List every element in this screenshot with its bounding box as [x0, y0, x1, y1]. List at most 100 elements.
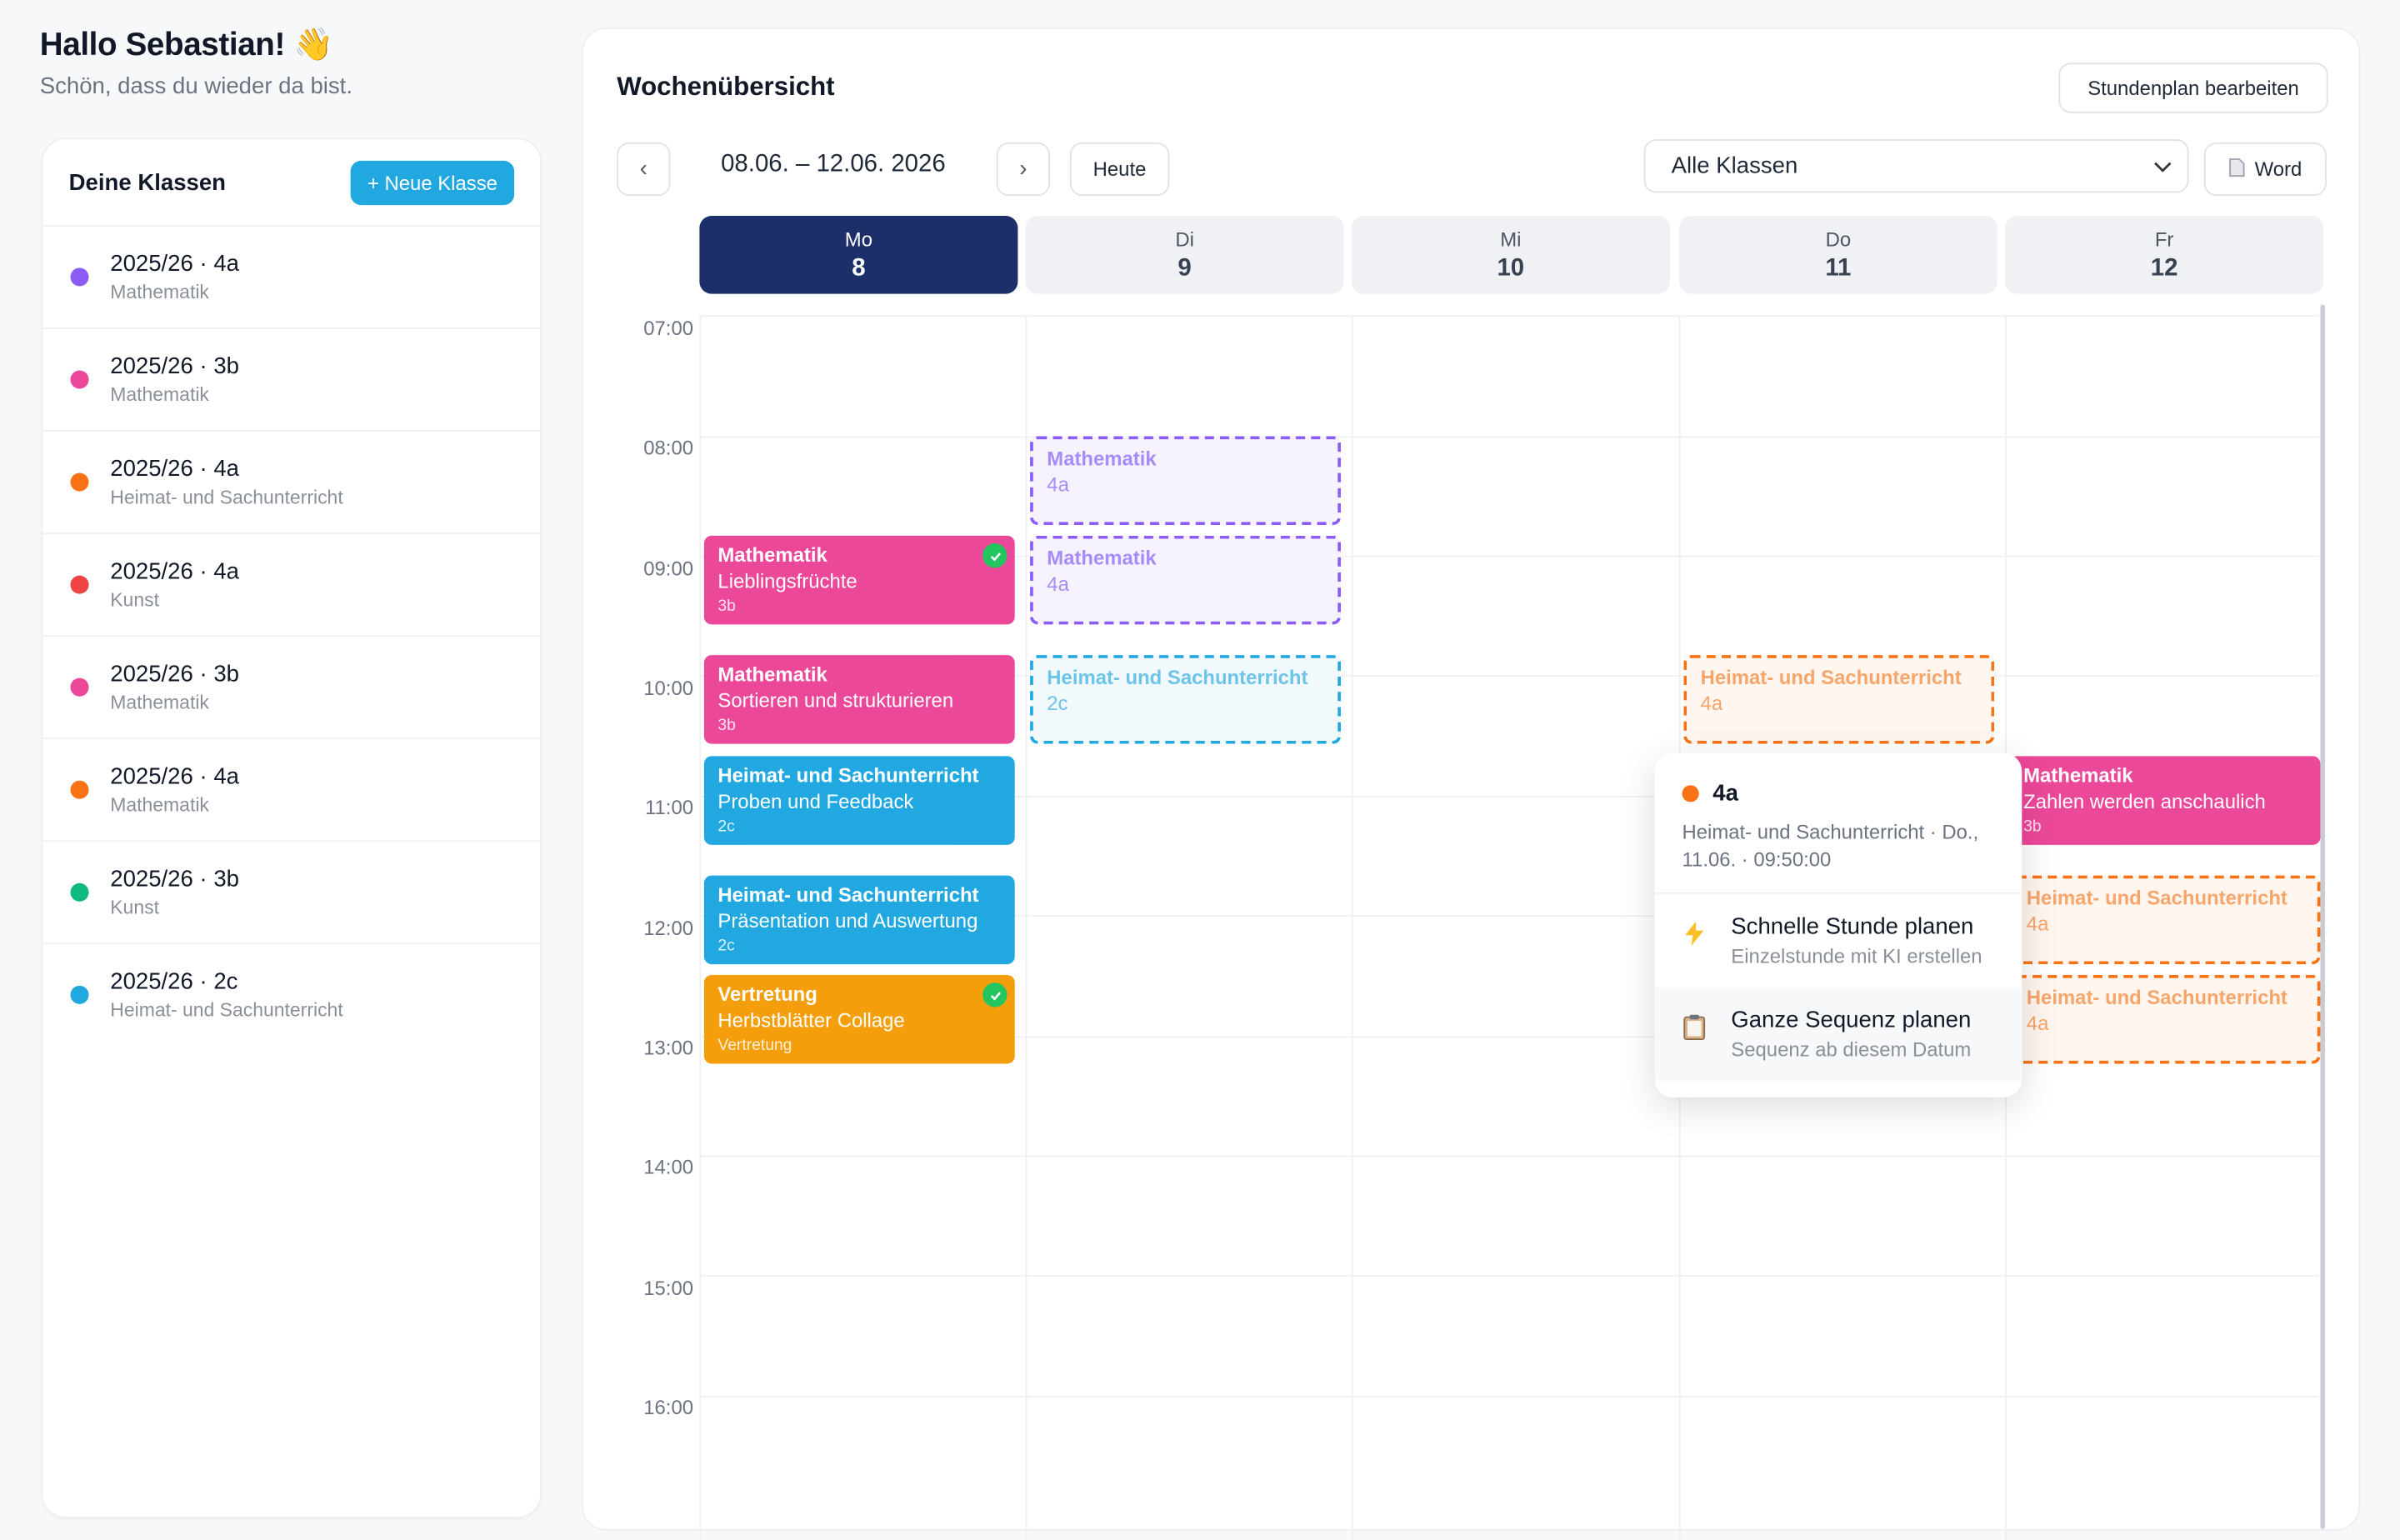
- class-item[interactable]: 2025/26 · 4a Kunst: [42, 534, 541, 638]
- sequence-option[interactable]: Ganze Sequenz planen Sequenz ab diesem D…: [1654, 987, 2022, 1081]
- lesson-class: 3b: [718, 716, 736, 735]
- grid-line: [699, 1274, 2319, 1277]
- class-item[interactable]: 2025/26 · 3b Kunst: [42, 842, 541, 945]
- lesson-class: 3b: [2023, 817, 2042, 836]
- classes-header: Deine Klassen + Neue Klasse: [42, 139, 541, 227]
- day-date: 11: [1825, 255, 1852, 282]
- lesson-subject: Mathematik: [1047, 546, 1157, 570]
- day-header-di[interactable]: Di 9: [1025, 215, 1344, 294]
- time-label: 14:00: [643, 1155, 694, 1179]
- planned-lesson-slot[interactable]: Mathematik 4a: [1030, 535, 1341, 625]
- edit-timetable-button[interactable]: Stundenplan bearbeiten: [2058, 62, 2328, 113]
- next-week-button[interactable]: ›: [996, 142, 1050, 197]
- grid-line: [699, 1396, 2319, 1398]
- planned-lesson-slot[interactable]: Heimat- und Sachunterricht 4a: [2009, 875, 2321, 965]
- time-label: 10:00: [643, 676, 694, 700]
- lesson-class: 4a: [2026, 1012, 2049, 1035]
- new-class-button[interactable]: + Neue Klasse: [350, 159, 515, 205]
- chevron-down-icon: [2153, 153, 2172, 179]
- day-header-mo[interactable]: Mo 8: [699, 215, 1018, 294]
- lesson-class: 2c: [718, 937, 735, 956]
- lesson-card[interactable]: Mathematik Sortieren und strukturieren 3…: [703, 655, 1015, 744]
- word-export-button[interactable]: Word: [2203, 142, 2327, 197]
- time-label: 07:00: [643, 317, 694, 340]
- class-filter-select[interactable]: Alle Klassen: [1643, 139, 2189, 193]
- class-name: 2025/26 · 3b: [110, 661, 239, 688]
- quick-lesson-option[interactable]: Schnelle Stunde planen Einzelstunde mit …: [1654, 894, 2022, 988]
- class-item[interactable]: 2025/26 · 3b Mathematik: [42, 637, 541, 740]
- option-title: Ganze Sequenz planen: [1731, 1007, 1972, 1033]
- lesson-subject: Mathematik: [718, 662, 828, 686]
- popup-header: 4a Heimat- und Sachunterricht · Do., 11.…: [1654, 753, 2022, 894]
- class-item[interactable]: 2025/26 · 2c Heimat- und Sachunterricht: [42, 944, 540, 1045]
- planned-lesson-slot[interactable]: Heimat- und Sachunterricht 4a: [1683, 655, 1995, 744]
- classes-panel: Deine Klassen + Neue Klasse 2025/26 · 4a…: [41, 138, 542, 1519]
- grid-column-line: [699, 315, 702, 1540]
- calendar-scrollbar[interactable]: [2320, 304, 2325, 1529]
- day-header-fr[interactable]: Fr 12: [2005, 215, 2324, 294]
- class-color-dot: [70, 472, 89, 492]
- class-color-dot: [70, 268, 89, 287]
- lesson-card[interactable]: Heimat- und Sachunterricht Präsentation …: [703, 875, 1015, 965]
- time-label: 12:00: [643, 917, 694, 940]
- lesson-topic: Zahlen werden anschaulich: [2023, 789, 2266, 813]
- lesson-class: 4a: [1700, 692, 1723, 715]
- lesson-class: 4a: [2026, 912, 2049, 936]
- option-subtitle: Einzelstunde mit KI erstellen: [1731, 944, 1982, 968]
- lesson-subject: Heimat- und Sachunterricht: [1047, 665, 1308, 689]
- lesson-card[interactable]: Mathematik Zahlen werden anschaulich 3b: [2009, 756, 2321, 845]
- lesson-subject: Mathematik: [718, 543, 828, 567]
- lesson-subject: Vertretung: [718, 982, 818, 1006]
- lesson-class: 3b: [718, 597, 736, 616]
- lesson-card[interactable]: Heimat- und Sachunterricht Proben und Fe…: [703, 756, 1015, 845]
- lesson-class: 4a: [1047, 472, 1069, 497]
- week-title: Wochenübersicht: [617, 72, 835, 102]
- planned-lesson-slot[interactable]: Heimat- und Sachunterricht 2c: [1030, 655, 1341, 744]
- class-subject: Heimat- und Sachunterricht: [110, 487, 343, 508]
- day-name: Fr: [2154, 228, 2174, 252]
- lesson-class: 2c: [718, 817, 735, 836]
- check-icon: [982, 543, 1008, 568]
- lesson-card[interactable]: Vertretung Herbstblätter Collage Vertret…: [703, 974, 1015, 1064]
- day-header-do[interactable]: Do 11: [1678, 215, 1998, 294]
- time-label: 11:00: [645, 796, 694, 819]
- classes-title: Deine Klassen: [68, 168, 226, 196]
- lesson-subject: Heimat- und Sachunterricht: [2026, 985, 2288, 1009]
- class-color-dot: [1682, 785, 1699, 802]
- planned-lesson-slot[interactable]: Heimat- und Sachunterricht 4a: [2009, 974, 2321, 1064]
- lesson-card[interactable]: Mathematik Lieblingsfrüchte 3b: [703, 535, 1015, 625]
- class-item[interactable]: 2025/26 · 4a Mathematik: [42, 227, 541, 329]
- day-name: Do: [1825, 228, 1852, 252]
- class-item[interactable]: 2025/26 · 4a Mathematik: [42, 739, 541, 842]
- day-header-mi[interactable]: Mi 10: [1351, 215, 1670, 294]
- lesson-subject: Heimat- und Sachunterricht: [718, 763, 979, 788]
- day-date: 9: [1178, 255, 1192, 282]
- lesson-planning-popup: 4a Heimat- und Sachunterricht · Do., 11.…: [1654, 752, 2022, 1098]
- planned-lesson-slot[interactable]: Mathematik 4a: [1030, 436, 1341, 525]
- lesson-subject: Heimat- und Sachunterricht: [2026, 886, 2288, 909]
- today-button[interactable]: Heute: [1069, 142, 1170, 197]
- lesson-topic: Proben und Feedback: [718, 789, 914, 813]
- lesson-class: 4a: [1047, 572, 1069, 596]
- lesson-subject: Heimat- und Sachunterricht: [1700, 665, 1962, 689]
- class-color-dot: [70, 985, 89, 1004]
- lesson-topic: Sortieren und strukturieren: [718, 688, 954, 712]
- day-name: Mi: [1500, 228, 1522, 252]
- greeting-title: Hallo Sebastian! 👋: [39, 28, 334, 63]
- class-item[interactable]: 2025/26 · 3b Mathematik: [42, 329, 541, 432]
- day-date: 8: [852, 255, 866, 282]
- class-subject: Mathematik: [110, 281, 209, 303]
- lesson-topic: Herbstblätter Collage: [718, 1008, 905, 1032]
- class-color-dot: [70, 370, 89, 389]
- grid-line: [699, 436, 2319, 438]
- class-subject: Kunst: [110, 589, 159, 611]
- prev-week-button[interactable]: ‹: [617, 142, 671, 197]
- class-item[interactable]: 2025/26 · 4a Heimat- und Sachunterricht: [42, 432, 541, 535]
- class-name: 2025/26 · 3b: [110, 866, 239, 892]
- lesson-class: Vertretung: [718, 1036, 792, 1055]
- lesson-subject: Mathematik: [1047, 447, 1157, 470]
- class-color-dot: [70, 678, 89, 697]
- greeting: Hallo Sebastian! 👋 Schön, dass du wieder…: [40, 28, 352, 99]
- class-name: 2025/26 · 3b: [110, 353, 239, 380]
- class-name: 2025/26 · 4a: [110, 558, 239, 585]
